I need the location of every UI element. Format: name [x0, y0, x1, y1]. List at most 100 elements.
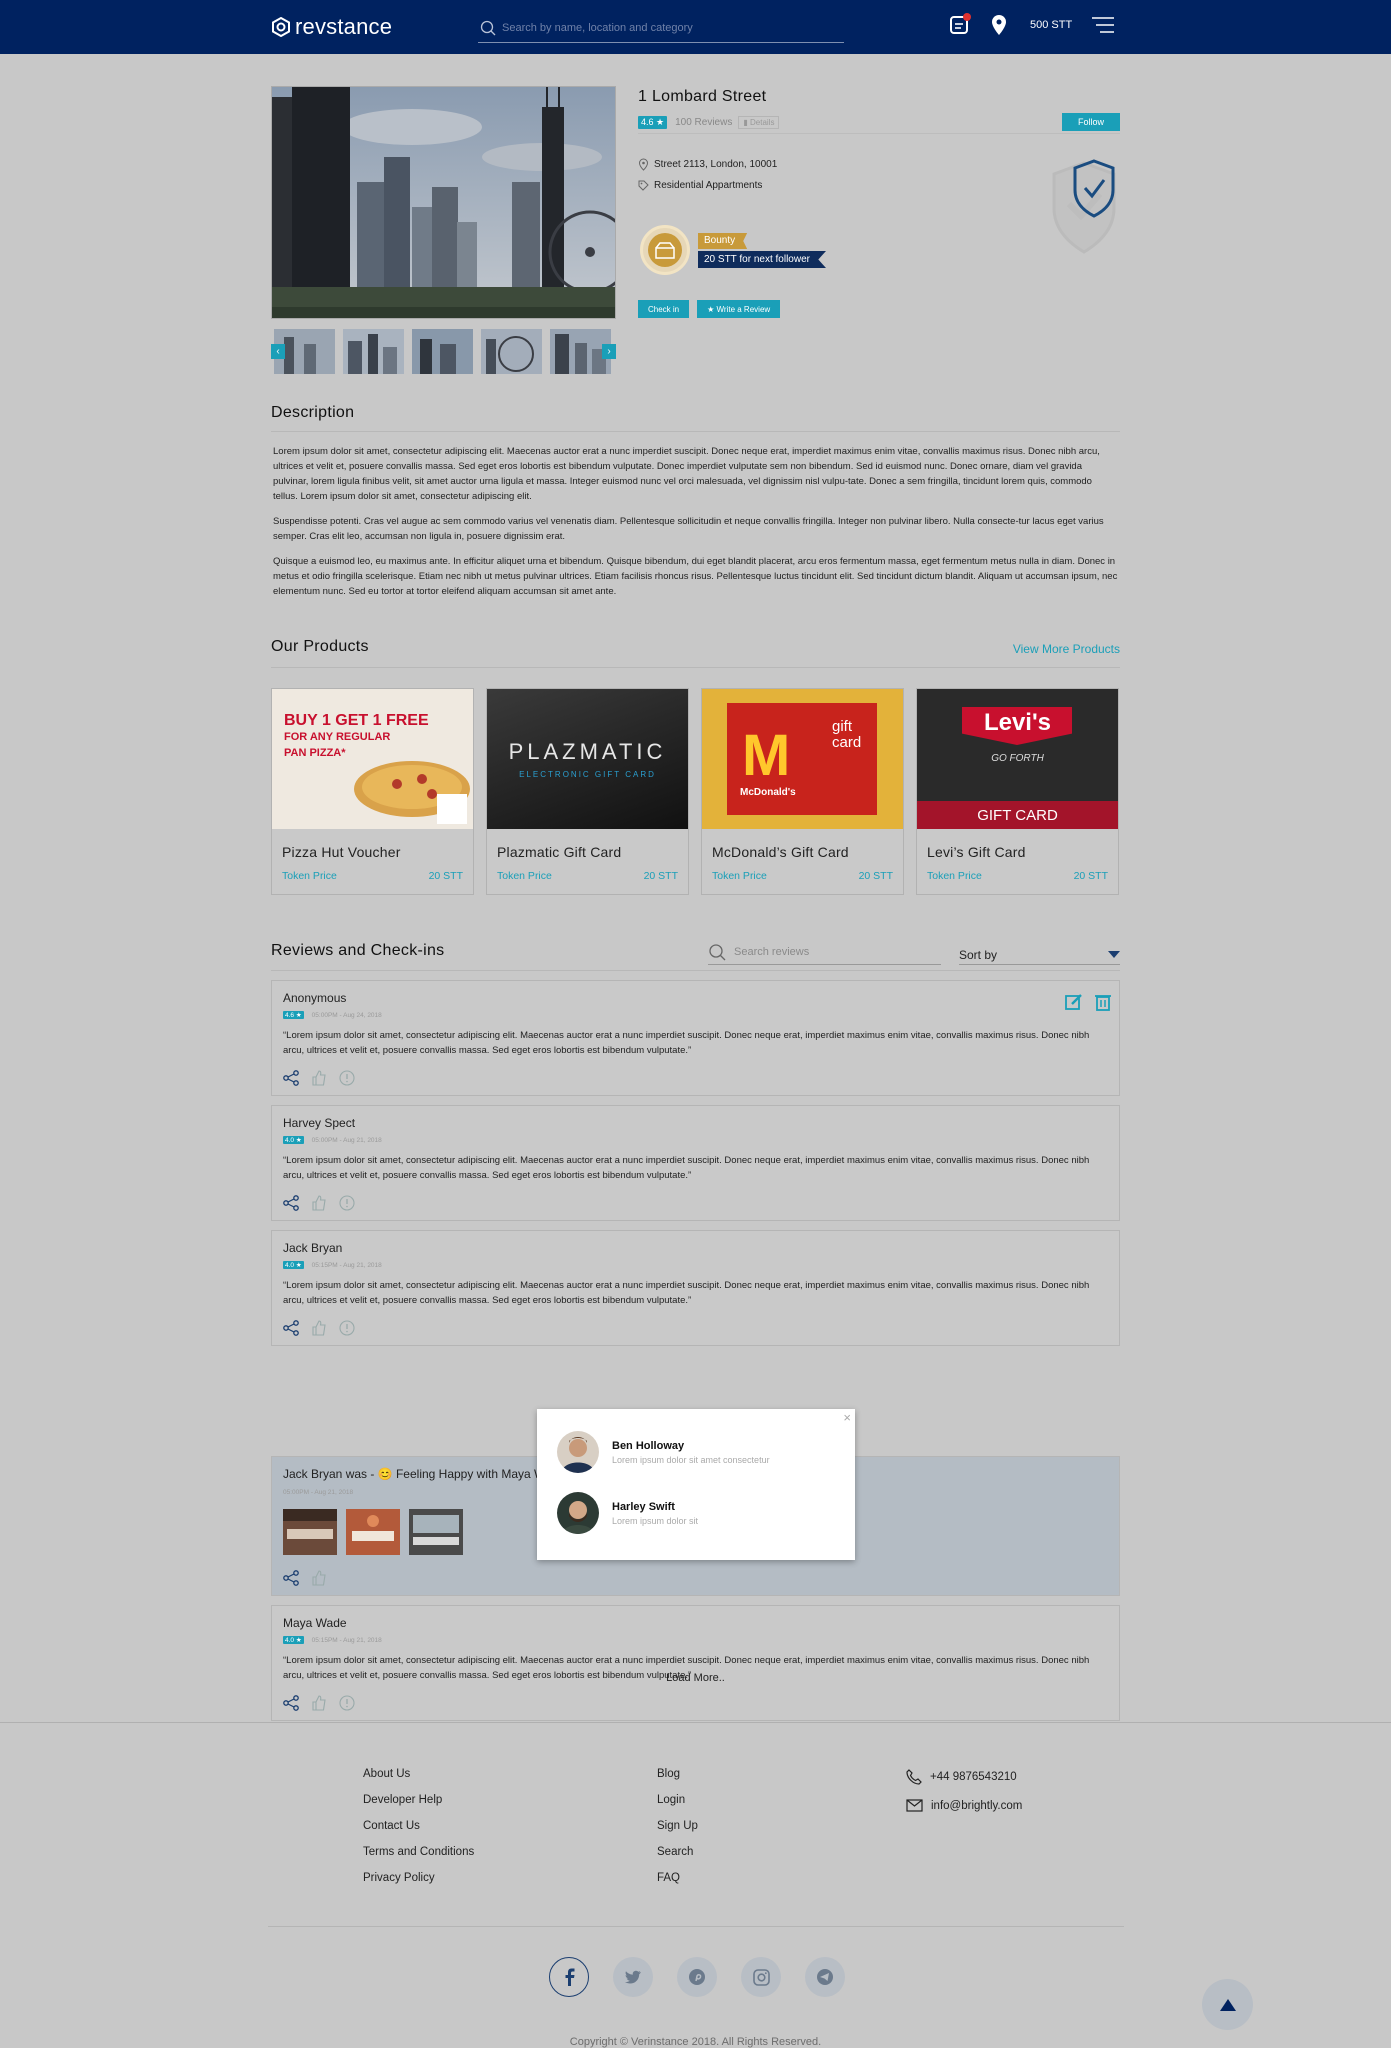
- golden-arches-icon: M: [742, 723, 791, 788]
- product-image-text: GO FORTH: [991, 753, 1044, 764]
- checkin-photo[interactable]: [283, 1509, 337, 1555]
- telegram-icon: [817, 1969, 833, 1985]
- products-title: Our Products: [271, 638, 369, 655]
- footer-link[interactable]: Blog: [657, 1768, 698, 1782]
- scroll-to-top-button[interactable]: [1202, 1979, 1253, 2030]
- instagram-icon: [752, 1968, 770, 1986]
- description-title: Description: [271, 404, 355, 421]
- search-input[interactable]: [502, 22, 822, 34]
- review-card: Anonymous 4.6 ★ 05:00PM - Aug 24, 2018 “L…: [271, 980, 1120, 1096]
- thumbs-up-icon: [312, 1195, 326, 1211]
- thumbnail[interactable]: [481, 329, 542, 374]
- review-text: “Lorem ipsum dolor sit amet, consectetur…: [283, 1030, 1090, 1056]
- write-review-button[interactable]: ★ Write a Review: [697, 300, 781, 318]
- product-card[interactable]: M McDonald's gift card McDonald’s Gift C…: [701, 688, 904, 895]
- email-row[interactable]: info@brightly.com: [906, 1799, 1022, 1812]
- facebook-button[interactable]: [549, 1957, 589, 1997]
- location-button[interactable]: [990, 14, 1008, 36]
- phone-row[interactable]: +44 9876543210: [906, 1769, 1022, 1785]
- price-value: 20 STT: [858, 870, 893, 882]
- share-icon: [283, 1320, 299, 1336]
- pinterest-icon: [689, 1969, 705, 1985]
- reviews-count: 100 Reviews: [675, 117, 733, 128]
- footer-link[interactable]: About Us: [363, 1768, 474, 1782]
- review-card: Maya Wade 4.0 ★ 05:15PM - Aug 21, 2018 “L…: [271, 1605, 1120, 1721]
- checkin-photo[interactable]: [346, 1509, 400, 1555]
- instagram-button[interactable]: [741, 1957, 781, 1997]
- main-photo[interactable]: [271, 86, 616, 319]
- product-card[interactable]: PLAZMATIC ELECTRONIC GIFT CARD Plazmatic…: [486, 688, 689, 895]
- footer-link[interactable]: Sign Up: [657, 1820, 698, 1834]
- footer: About Us Developer Help Contact Us Terms…: [0, 1722, 1391, 2048]
- review-owner-actions: [1065, 993, 1111, 1011]
- footer-link[interactable]: Contact Us: [363, 1820, 474, 1834]
- like-button[interactable]: [311, 1570, 327, 1586]
- follow-button[interactable]: Follow: [1062, 113, 1120, 131]
- share-button[interactable]: [283, 1695, 299, 1711]
- rating-badge: 4.0 ★: [283, 1261, 304, 1269]
- prev-arrow-button[interactable]: ‹: [271, 344, 285, 359]
- tagged-person[interactable]: Ben Holloway Lorem ipsum dolor sit amet c…: [557, 1431, 770, 1473]
- review-meta: 4.0 ★ 05:15PM - Aug 21, 2018: [283, 1261, 382, 1269]
- footer-link[interactable]: Terms and Conditions: [363, 1846, 474, 1860]
- logo[interactable]: revstance: [271, 14, 392, 40]
- details-button[interactable]: ▮ Details: [738, 116, 780, 129]
- load-more-button[interactable]: Load More..: [0, 1672, 1391, 1684]
- product-card[interactable]: Levi's GO FORTH GIFT CARD Levi’s Gift Ca…: [916, 688, 1119, 895]
- report-button[interactable]: [339, 1320, 355, 1336]
- next-arrow-button[interactable]: ›: [602, 344, 616, 359]
- view-more-products-link[interactable]: View More Products: [1013, 642, 1120, 656]
- reviewer-name: Jack Bryan: [283, 1241, 343, 1255]
- footer-link[interactable]: FAQ: [657, 1872, 698, 1886]
- search-bar[interactable]: [478, 14, 844, 43]
- footer-link[interactable]: Privacy Policy: [363, 1872, 474, 1886]
- like-button[interactable]: [311, 1070, 327, 1086]
- like-button[interactable]: [311, 1320, 327, 1336]
- tagged-person[interactable]: Harley Swift Lorem ipsum dolor sit: [557, 1492, 698, 1534]
- search-icon: [480, 20, 496, 36]
- edit-button[interactable]: [1065, 993, 1083, 1011]
- report-button[interactable]: [339, 1070, 355, 1086]
- footer-link[interactable]: Developer Help: [363, 1794, 474, 1808]
- email-address: info@brightly.com: [931, 1799, 1023, 1812]
- share-button[interactable]: [283, 1070, 299, 1086]
- phone-icon: [906, 1769, 922, 1785]
- footer-link[interactable]: Login: [657, 1794, 698, 1808]
- close-icon[interactable]: ×: [843, 1410, 851, 1425]
- property-info: 1 Lombard Street 4.6 ★ 100 Reviews ▮ Det…: [638, 86, 1120, 318]
- reviewer-name: Anonymous: [283, 991, 347, 1005]
- rating-badge: 4.0 ★: [283, 1636, 304, 1644]
- product-card[interactable]: BUY 1 GET 1 FREE FOR ANY REGULAR PAN PIZ…: [271, 688, 474, 895]
- share-button[interactable]: [283, 1195, 299, 1211]
- report-button[interactable]: [339, 1695, 355, 1711]
- copyright: Copyright © Verinstance 2018. All Rights…: [569, 2036, 822, 2048]
- review-actions: [283, 1195, 367, 1211]
- social-links: [549, 1957, 869, 1997]
- report-button[interactable]: [339, 1195, 355, 1211]
- person-subtitle: Lorem ipsum dolor sit: [612, 1515, 699, 1526]
- like-button[interactable]: [311, 1195, 327, 1211]
- twitter-button[interactable]: [613, 1957, 653, 1997]
- footer-link[interactable]: Search: [657, 1846, 698, 1860]
- sort-dropdown[interactable]: Sort by: [959, 946, 1120, 965]
- checkin-photo[interactable]: [409, 1509, 463, 1555]
- menu-button[interactable]: [1092, 16, 1115, 34]
- mail-icon: [906, 1799, 923, 1812]
- share-button[interactable]: [283, 1320, 299, 1336]
- telegram-button[interactable]: [805, 1957, 845, 1997]
- product-image-text: McDonald's: [740, 787, 796, 798]
- thumbnail[interactable]: [412, 329, 473, 374]
- review-actions: [283, 1070, 367, 1086]
- balance-label: 500 STT: [1030, 19, 1073, 31]
- thumbnail[interactable]: [343, 329, 404, 374]
- review-time: 05:15PM - Aug 21, 2018: [311, 1261, 382, 1269]
- delete-button[interactable]: [1095, 993, 1111, 1011]
- thumbs-up-icon: [312, 1570, 326, 1586]
- divider: [271, 431, 1120, 432]
- share-button[interactable]: [283, 1570, 299, 1586]
- pinterest-button[interactable]: [677, 1957, 717, 1997]
- like-button[interactable]: [311, 1695, 327, 1711]
- review-search[interactable]: Search reviews: [708, 940, 941, 965]
- check-in-button[interactable]: Check in: [638, 300, 690, 318]
- notification-button[interactable]: [948, 13, 971, 36]
